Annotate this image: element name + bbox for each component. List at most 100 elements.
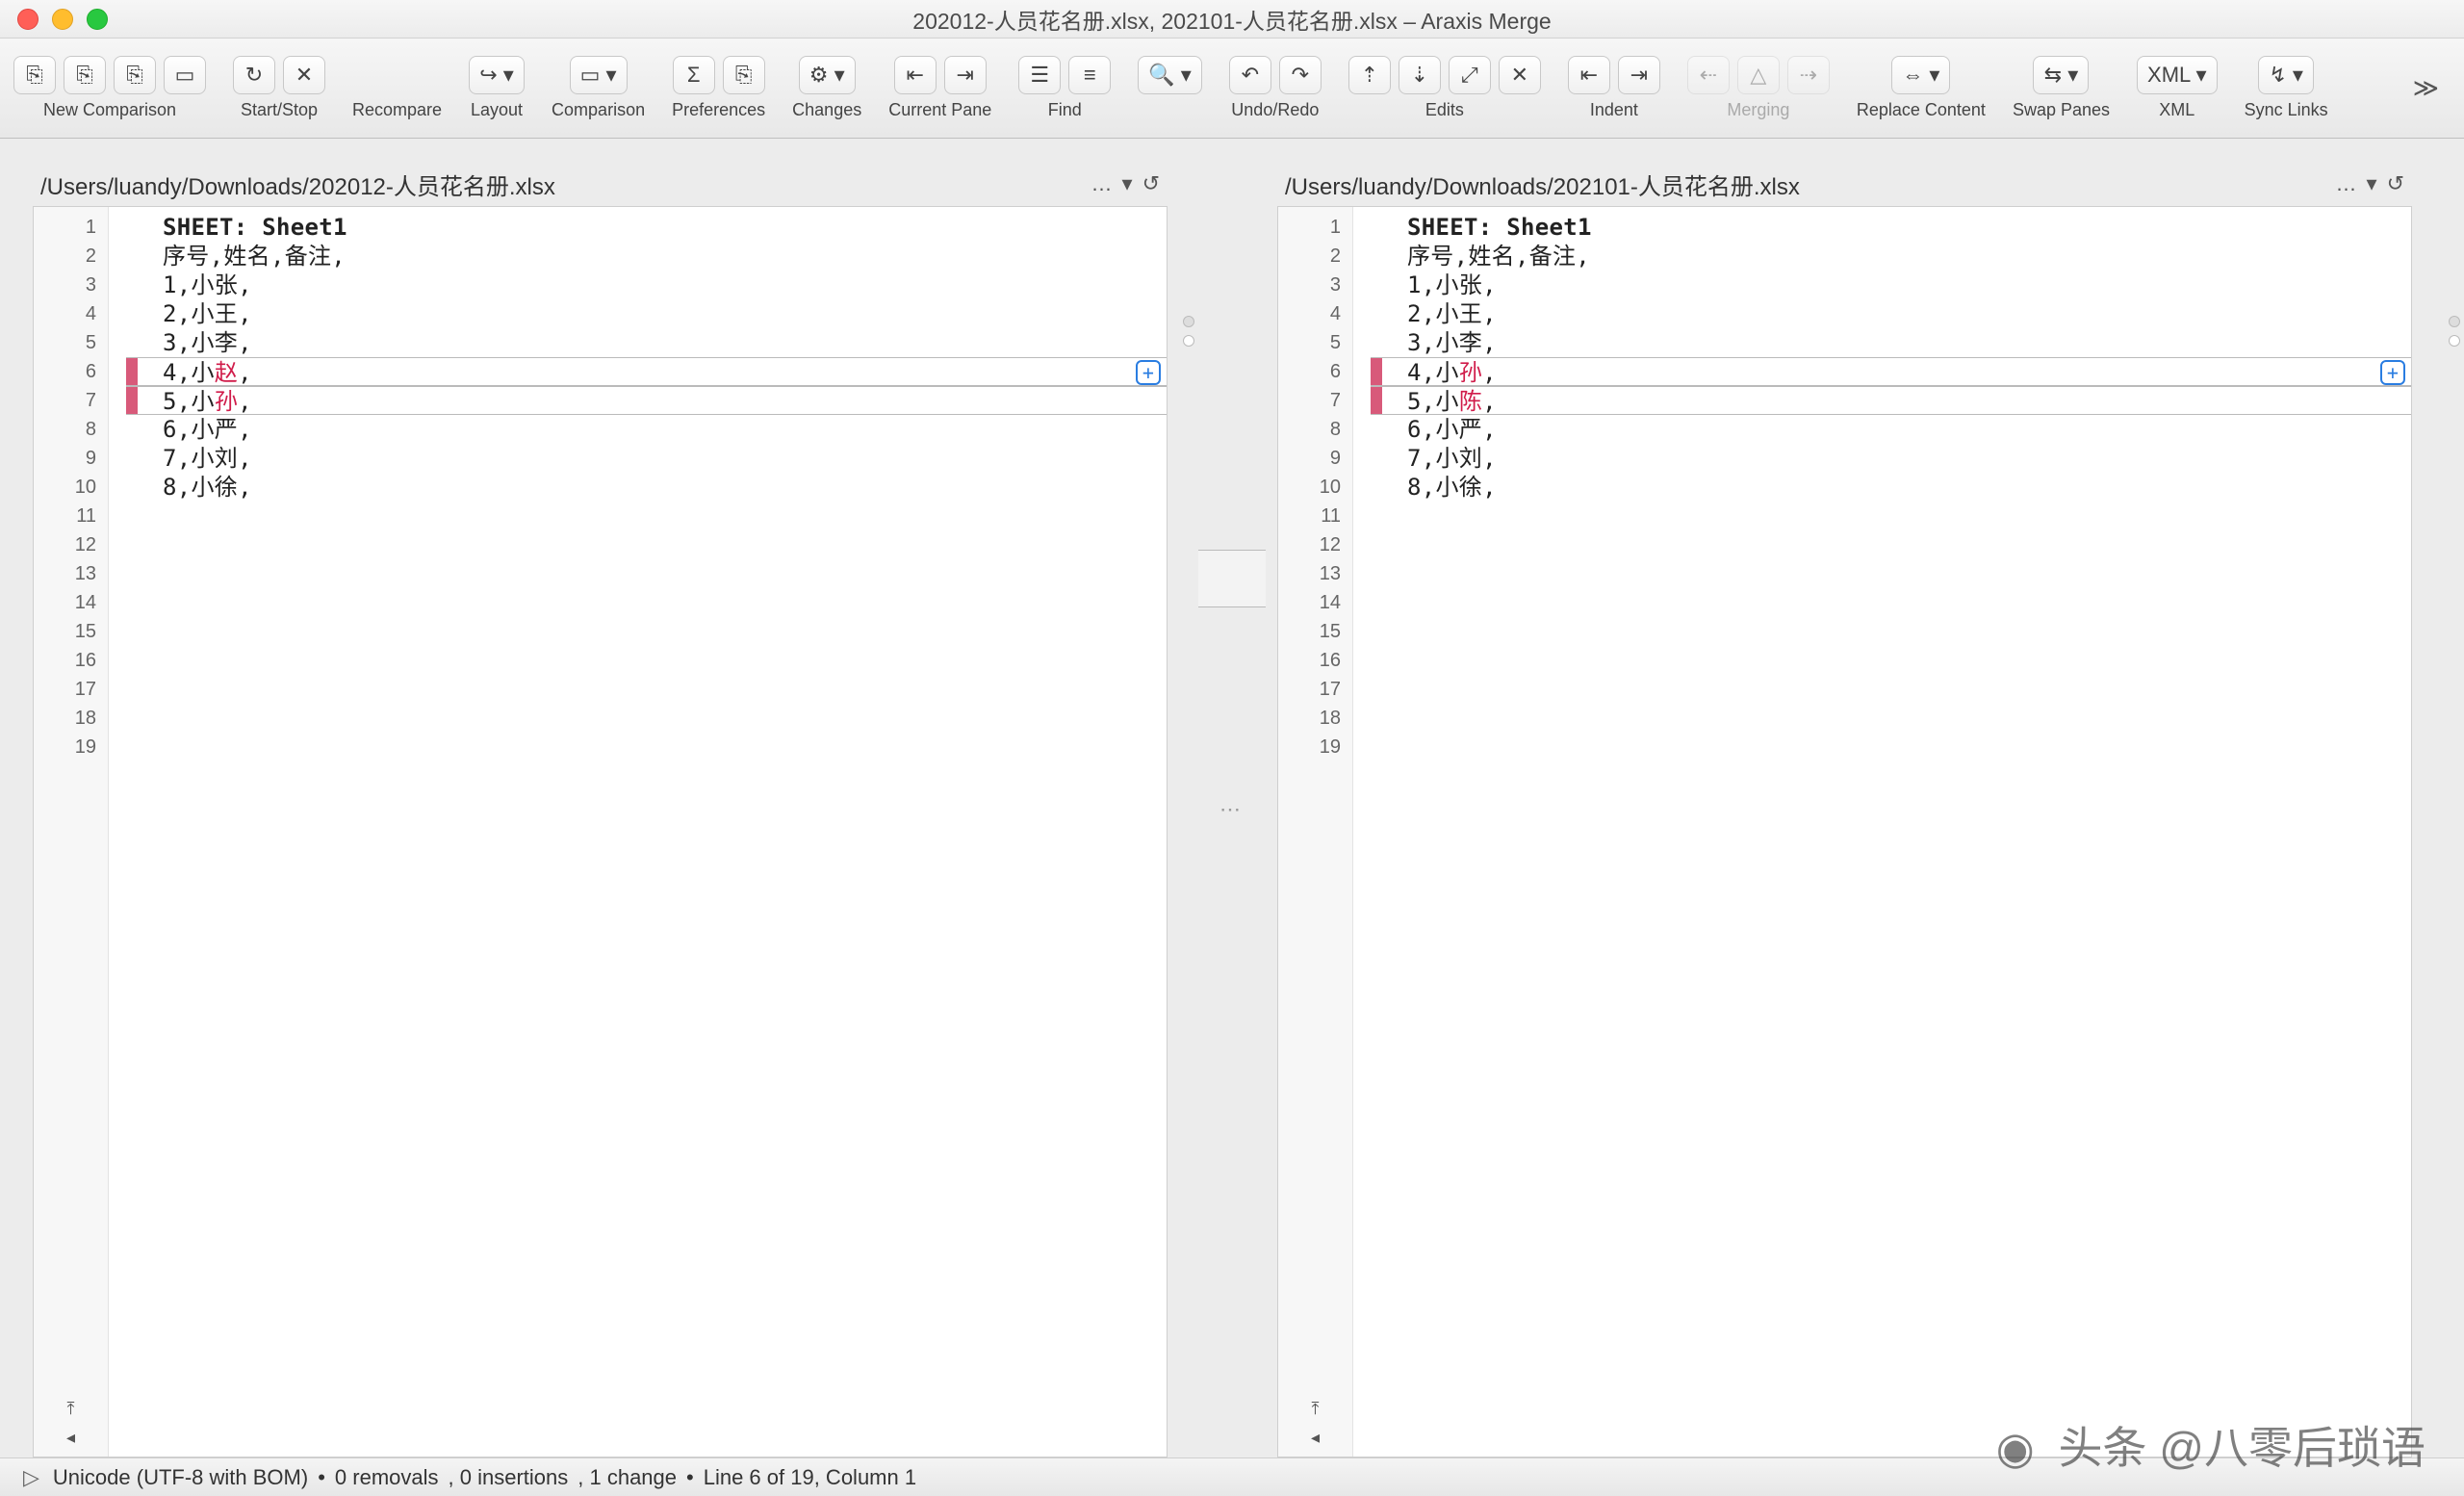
chevron-down-icon[interactable]: ▾ (1122, 171, 1133, 196)
bookmark-button[interactable]: ☰ (1018, 56, 1061, 94)
right-path[interactable]: /Users/luandy/Downloads/202101-人员花名册.xls… (1285, 168, 2326, 201)
new-folder-button[interactable]: ▭ (164, 56, 206, 94)
toolbar-overflow-button[interactable]: ≫ (2401, 73, 2451, 103)
prefs-button[interactable]: ⎘ (723, 56, 765, 94)
insert-diff-button[interactable]: + (2380, 360, 2405, 385)
sync-button[interactable]: ↯ ▾ (2258, 56, 2314, 94)
changed-text: 赵 (215, 359, 238, 386)
xml-button[interactable]: XML ▾ (2137, 56, 2218, 94)
jump-prev-icon[interactable]: ◂ (66, 1428, 75, 1457)
ellipsis-icon[interactable]: … (2336, 171, 2357, 196)
content-row[interactable]: 3,小李, (126, 328, 1167, 357)
line-number: 3 (1278, 271, 1352, 299)
xml-label: XML (2159, 100, 2194, 120)
content-row[interactable]: 2,小王, (1371, 299, 2411, 328)
content-row[interactable]: 6,小严, (1371, 415, 2411, 444)
merge2-button[interactable]: △ (1737, 56, 1780, 94)
status-removals: 0 removals (335, 1465, 439, 1490)
redo-button[interactable]: ↷ (1279, 56, 1322, 94)
content-row[interactable]: 2,小王, (126, 299, 1167, 328)
new-file3-button[interactable]: ⎘ (114, 56, 156, 94)
content-row[interactable]: 8,小徐, (1371, 473, 2411, 502)
edit1-button[interactable]: ⇡ (1348, 56, 1391, 94)
line-number: 12 (34, 530, 108, 559)
sigma-button[interactable]: Σ (673, 56, 715, 94)
content-row[interactable]: 4,小赵,+ (126, 357, 1167, 386)
content-row[interactable]: 1,小张, (126, 271, 1167, 299)
content-row[interactable]: 1,小张, (1371, 271, 2411, 299)
jump-prev-icon[interactable]: ◂ (1311, 1428, 1320, 1457)
content-row[interactable]: 7,小刘, (1371, 444, 2411, 473)
content-row[interactable]: 7,小刘, (126, 444, 1167, 473)
statusbar: ▷ Unicode (UTF-8 with BOM) • 0 removals,… (0, 1457, 2464, 1496)
left-minimap[interactable] (1179, 162, 1198, 1457)
minimize-icon[interactable] (52, 9, 73, 30)
replace-content-label: Replace Content (1857, 100, 1986, 120)
jump-top-icon[interactable]: ⤒ (67, 1399, 75, 1428)
right-minimap[interactable] (2445, 162, 2464, 1457)
current-pane-label: Current Pane (888, 100, 991, 120)
outdent-button[interactable]: ⇤ (1568, 56, 1610, 94)
new-file2-button[interactable]: ⎘ (64, 56, 106, 94)
recompare-button[interactable]: ↻ (233, 56, 275, 94)
toolbar: ⎘ ⎘ ⎘ ▭ New Comparison ↻ ✕ Start/Stop x … (0, 39, 2464, 139)
replace-button[interactable]: ⇔ ▾ (1891, 56, 1950, 94)
merge3-button[interactable]: ⇢ (1787, 56, 1830, 94)
content-row[interactable]: 5,小孙, (126, 386, 1167, 415)
left-editor[interactable]: 12345678910111213141516171819 SHEET: She… (33, 206, 1168, 1457)
prev-change-button[interactable]: ⇤ (894, 56, 937, 94)
merge1-button[interactable]: ⇠ (1687, 56, 1730, 94)
undo-button[interactable]: ↶ (1229, 56, 1271, 94)
center-dots-icon[interactable]: ⋯ (1219, 797, 1245, 822)
line-number: 10 (34, 473, 108, 502)
stop-button[interactable]: ✕ (283, 56, 325, 94)
window-title: 202012-人员花名册.xlsx, 202101-人员花名册.xlsx – A… (0, 3, 2464, 36)
zoom-icon[interactable] (87, 9, 108, 30)
edit4-button[interactable]: ✕ (1499, 56, 1541, 94)
edits-label: Edits (1425, 100, 1464, 120)
indent-button[interactable]: ⇥ (1618, 56, 1660, 94)
changes-button[interactable]: ⚙ ▾ (799, 56, 856, 94)
ellipsis-icon[interactable]: … (1091, 171, 1113, 196)
line-number: 11 (1278, 502, 1352, 530)
jump-top-icon[interactable]: ⤒ (1312, 1399, 1320, 1428)
content-row[interactable]: 8,小徐, (126, 473, 1167, 502)
content-row[interactable]: 3,小李, (1371, 328, 2411, 357)
line-number: 15 (1278, 617, 1352, 646)
left-path[interactable]: /Users/luandy/Downloads/202012-人员花名册.xls… (40, 168, 1082, 201)
content-row[interactable]: 4,小孙,+ (1371, 357, 2411, 386)
history-icon[interactable]: ↺ (2387, 171, 2404, 196)
new-comparison-label: New Comparison (43, 100, 176, 120)
edit2-button[interactable]: ⇣ (1399, 56, 1441, 94)
bookmark-list-button[interactable]: ≡ (1068, 56, 1111, 94)
changed-text: 孙 (215, 388, 238, 415)
preferences-label: Preferences (672, 100, 765, 120)
right-editor[interactable]: 12345678910111213141516171819 SHEET: She… (1277, 206, 2412, 1457)
find-button[interactable]: 🔍 ▾ (1138, 56, 1202, 94)
new-file1-button[interactable]: ⎘ (13, 56, 56, 94)
line-number: 1 (34, 213, 108, 242)
right-content[interactable]: SHEET: Sheet1序号,姓名,备注,1,小张,2,小王,3,小李,4,小… (1371, 207, 2411, 1457)
line-number: 4 (1278, 299, 1352, 328)
edit3-button[interactable]: ⤢ (1449, 56, 1491, 94)
insert-diff-button[interactable]: + (1136, 360, 1161, 385)
chevron-down-icon[interactable]: ▾ (2367, 171, 2377, 196)
window-controls (17, 9, 108, 30)
status-play-icon[interactable]: ▷ (23, 1465, 39, 1490)
line-number: 19 (1278, 733, 1352, 761)
next-change-button[interactable]: ⇥ (944, 56, 987, 94)
right-pathbar: /Users/luandy/Downloads/202101-人员花名册.xls… (1277, 162, 2412, 206)
comparison-button[interactable]: ▭ ▾ (570, 56, 628, 94)
sheet-header: SHEET: Sheet1 (126, 213, 1167, 242)
line-number: 8 (1278, 415, 1352, 444)
content-row[interactable]: 5,小陈, (1371, 386, 2411, 415)
status-encoding: Unicode (UTF-8 with BOM) (53, 1465, 308, 1490)
swap-button[interactable]: ⇆ ▾ (2033, 56, 2089, 94)
close-icon[interactable] (17, 9, 38, 30)
content-row[interactable]: 6,小严, (126, 415, 1167, 444)
layout-button[interactable]: ↪ ▾ (469, 56, 525, 94)
sync-links-label: Sync Links (2245, 100, 2328, 120)
left-content[interactable]: SHEET: Sheet1序号,姓名,备注,1,小张,2,小王,3,小李,4,小… (126, 207, 1167, 1457)
find-label: Find (1048, 100, 1082, 120)
history-icon[interactable]: ↺ (1142, 171, 1160, 196)
